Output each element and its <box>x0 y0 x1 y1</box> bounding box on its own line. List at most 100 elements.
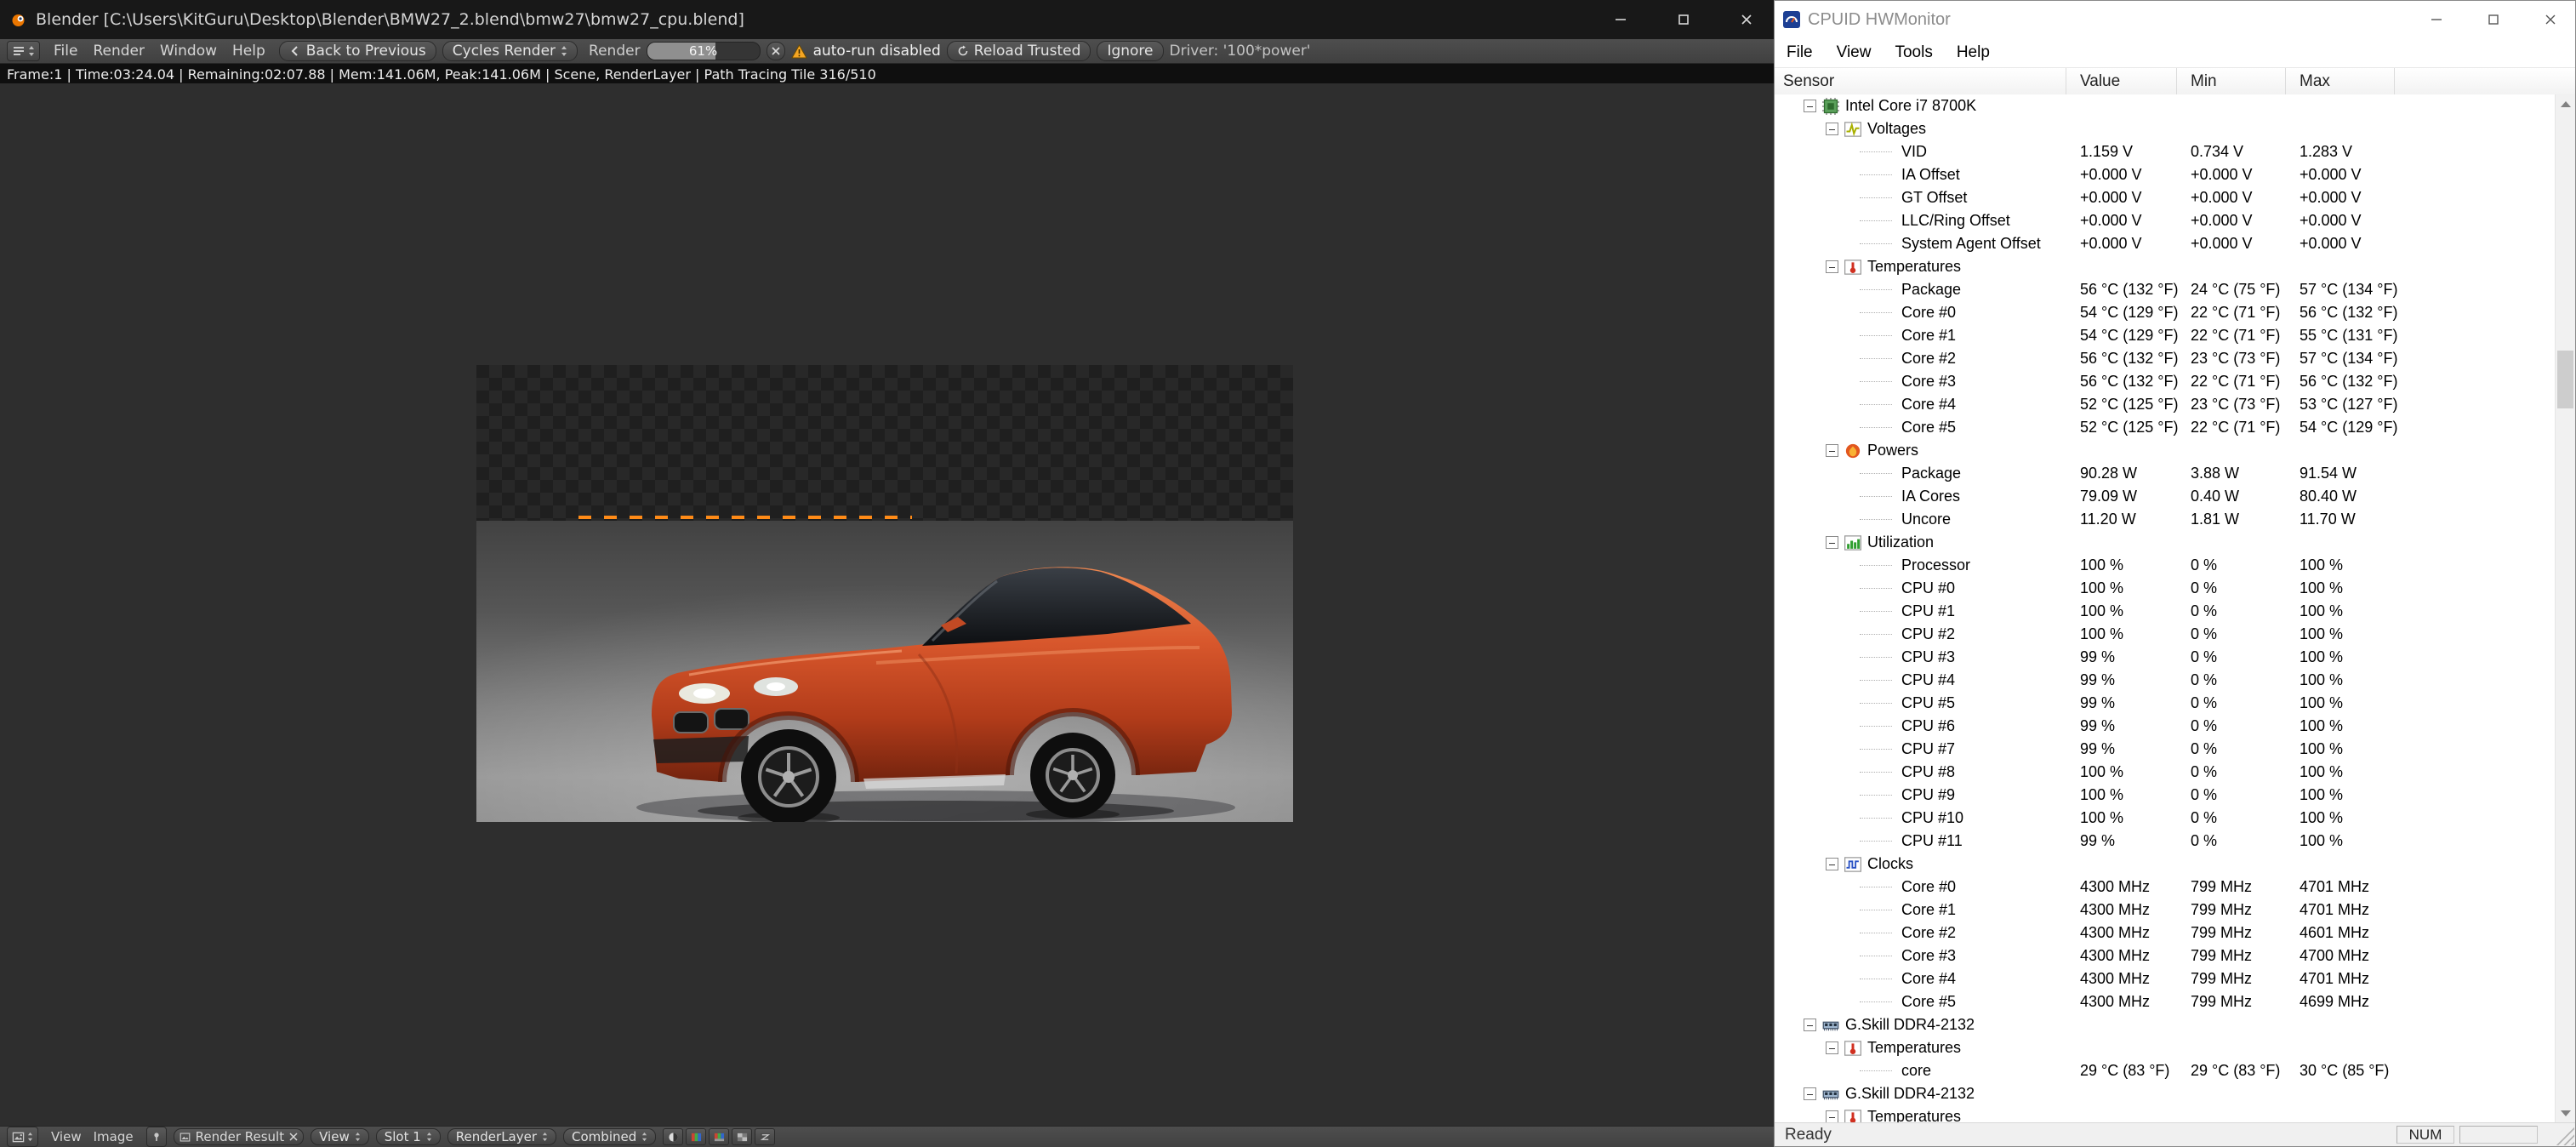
column-header-min[interactable]: Min <box>2177 68 2286 95</box>
collapse-toggle[interactable] <box>1826 1110 1838 1123</box>
menu-item[interactable]: View <box>1825 38 1884 67</box>
editor-type-button[interactable] <box>7 1127 38 1147</box>
collapse-toggle[interactable] <box>1804 1019 1816 1031</box>
image-editor-viewport[interactable] <box>0 83 1774 1127</box>
menu-item[interactable]: View <box>45 1129 88 1144</box>
sensor-row[interactable]: Intel Core i7 8700K <box>1775 94 2556 117</box>
sensor-row[interactable]: CPU #3 99 % 0 % 100 % <box>1775 646 2556 669</box>
blender-titlebar[interactable]: Blender [C:\Users\KitGuru\Desktop\Blende… <box>0 0 1774 39</box>
sensor-row[interactable]: Core #5 4300 MHz 799 MHz 4699 MHz <box>1775 990 2556 1013</box>
sensor-row[interactable]: G.Skill DDR4-2132 <box>1775 1082 2556 1105</box>
slot-dropdown[interactable]: Slot 1 <box>376 1128 441 1145</box>
editor-type-button[interactable] <box>7 41 40 61</box>
sensor-row[interactable]: Uncore 11.20 W 1.81 W 11.70 W <box>1775 508 2556 531</box>
sensor-row[interactable]: GT Offset +0.000 V +0.000 V +0.000 V <box>1775 186 2556 209</box>
sensor-row[interactable]: Core #4 4300 MHz 799 MHz 4701 MHz <box>1775 967 2556 990</box>
menu-item[interactable]: Help <box>1945 38 2002 67</box>
resize-grip[interactable] <box>2556 1127 2574 1145</box>
view-mode-dropdown[interactable]: View <box>311 1128 369 1145</box>
scroll-thumb[interactable] <box>2557 351 2573 408</box>
sensor-row[interactable]: CPU #11 99 % 0 % 100 % <box>1775 830 2556 853</box>
column-header-value[interactable]: Value <box>2066 68 2177 95</box>
menu-item[interactable]: File <box>1775 38 1825 67</box>
sensor-row[interactable]: Core #2 4300 MHz 799 MHz 4601 MHz <box>1775 922 2556 944</box>
image-datablock-selector[interactable]: Render Result <box>174 1128 305 1145</box>
menu-item[interactable]: Help <box>225 43 273 60</box>
collapse-toggle[interactable] <box>1826 123 1838 135</box>
hwmonitor-close-button[interactable] <box>2526 1 2575 38</box>
channel-bw-button[interactable] <box>663 1128 683 1145</box>
sensor-row[interactable]: core 29 °C (83 °F) 29 °C (83 °F) 30 °C (… <box>1775 1059 2556 1082</box>
sensor-row[interactable]: Core #0 54 °C (129 °F) 22 °C (71 °F) 56 … <box>1775 301 2556 324</box>
sensor-row[interactable]: Clocks <box>1775 853 2556 876</box>
sensor-row[interactable]: LLC/Ring Offset +0.000 V +0.000 V +0.000… <box>1775 209 2556 232</box>
sensor-row[interactable]: Utilization <box>1775 531 2556 554</box>
menu-item[interactable]: Render <box>85 43 152 60</box>
unlink-image-button[interactable] <box>289 1129 298 1144</box>
hwmonitor-maximize-button[interactable] <box>2469 1 2518 38</box>
column-header-sensor[interactable]: Sensor <box>1775 68 2066 95</box>
sensor-row[interactable]: Core #2 56 °C (132 °F) 23 °C (73 °F) 57 … <box>1775 347 2556 370</box>
hwmonitor-titlebar[interactable]: CPUID HWMonitor <box>1775 1 2575 38</box>
sensor-row[interactable]: Temperatures <box>1775 255 2556 278</box>
hwmonitor-minimize-button[interactable] <box>2412 1 2461 38</box>
collapse-toggle[interactable] <box>1826 1041 1838 1054</box>
sensor-row[interactable]: CPU #5 99 % 0 % 100 % <box>1775 692 2556 715</box>
sensor-row[interactable]: CPU #9 100 % 0 % 100 % <box>1775 784 2556 807</box>
sensor-row[interactable]: Package 90.28 W 3.88 W 91.54 W <box>1775 462 2556 485</box>
menu-item[interactable]: Window <box>152 43 225 60</box>
menu-item[interactable]: Image <box>88 1129 140 1144</box>
back-to-previous-button[interactable]: Back to Previous <box>279 41 436 61</box>
sensor-row[interactable]: Core #5 52 °C (125 °F) 22 °C (71 °F) 54 … <box>1775 416 2556 439</box>
sensor-row[interactable]: Core #0 4300 MHz 799 MHz 4701 MHz <box>1775 876 2556 899</box>
sensor-row[interactable]: IA Offset +0.000 V +0.000 V +0.000 V <box>1775 163 2556 186</box>
scroll-up-button[interactable] <box>2556 94 2575 114</box>
render-engine-dropdown[interactable]: Cycles Render <box>442 41 578 61</box>
sensor-row[interactable]: VID 1.159 V 0.734 V 1.283 V <box>1775 140 2556 163</box>
channel-alpha-button[interactable] <box>732 1128 752 1145</box>
menu-item[interactable]: Tools <box>1883 38 1944 67</box>
sensor-row[interactable]: CPU #6 99 % 0 % 100 % <box>1775 715 2556 738</box>
sensor-row[interactable]: Temperatures <box>1775 1105 2556 1123</box>
sensor-row[interactable]: System Agent Offset +0.000 V +0.000 V +0… <box>1775 232 2556 255</box>
sensor-row[interactable]: CPU #4 99 % 0 % 100 % <box>1775 669 2556 692</box>
reload-trusted-button[interactable]: Reload Trusted <box>947 41 1091 61</box>
column-header-max[interactable]: Max <box>2286 68 2395 95</box>
sensor-row[interactable]: Temperatures <box>1775 1036 2556 1059</box>
sensor-row[interactable]: Voltages <box>1775 117 2556 140</box>
sensor-row[interactable]: IA Cores 79.09 W 0.40 W 80.40 W <box>1775 485 2556 508</box>
sensor-row[interactable]: Core #3 56 °C (132 °F) 22 °C (71 °F) 56 … <box>1775 370 2556 393</box>
collapse-toggle[interactable] <box>1826 536 1838 549</box>
sensor-row[interactable]: Core #3 4300 MHz 799 MHz 4700 MHz <box>1775 944 2556 967</box>
collapse-toggle[interactable] <box>1826 260 1838 273</box>
cancel-render-button[interactable] <box>767 42 785 60</box>
pin-icon-button[interactable] <box>146 1127 167 1147</box>
collapse-toggle[interactable] <box>1826 858 1838 870</box>
sensor-row[interactable]: Processor 100 % 0 % 100 % <box>1775 554 2556 577</box>
collapse-toggle[interactable] <box>1826 444 1838 457</box>
channel-rgb-button[interactable] <box>686 1128 706 1145</box>
collapse-toggle[interactable] <box>1804 1087 1816 1100</box>
sensor-row[interactable]: CPU #2 100 % 0 % 100 % <box>1775 623 2556 646</box>
sensor-row[interactable]: CPU #10 100 % 0 % 100 % <box>1775 807 2556 830</box>
channel-rgba-button[interactable] <box>709 1128 729 1145</box>
blender-close-button[interactable] <box>1719 0 1774 39</box>
collapse-toggle[interactable] <box>1804 100 1816 112</box>
sensor-row[interactable]: G.Skill DDR4-2132 <box>1775 1013 2556 1036</box>
sensor-row[interactable]: Powers <box>1775 439 2556 462</box>
scroll-down-button[interactable] <box>2556 1104 2575 1123</box>
sensor-row[interactable]: Core #1 4300 MHz 799 MHz 4701 MHz <box>1775 899 2556 922</box>
sensor-row[interactable]: CPU #8 100 % 0 % 100 % <box>1775 761 2556 784</box>
ignore-button[interactable]: Ignore <box>1097 41 1163 61</box>
sensor-row[interactable]: Core #1 54 °C (129 °F) 22 °C (71 °F) 55 … <box>1775 324 2556 347</box>
channel-z-button[interactable] <box>755 1128 775 1145</box>
render-layer-dropdown[interactable]: RenderLayer <box>447 1128 556 1145</box>
sensor-row[interactable]: Core #4 52 °C (125 °F) 23 °C (73 °F) 53 … <box>1775 393 2556 416</box>
menu-item[interactable]: File <box>46 43 85 60</box>
vertical-scrollbar[interactable] <box>2555 94 2575 1123</box>
blender-minimize-button[interactable] <box>1593 0 1648 39</box>
render-pass-dropdown[interactable]: Combined <box>563 1128 656 1145</box>
sensor-row[interactable]: Package 56 °C (132 °F) 24 °C (75 °F) 57 … <box>1775 278 2556 301</box>
blender-maximize-button[interactable] <box>1656 0 1711 39</box>
sensor-row[interactable]: CPU #7 99 % 0 % 100 % <box>1775 738 2556 761</box>
